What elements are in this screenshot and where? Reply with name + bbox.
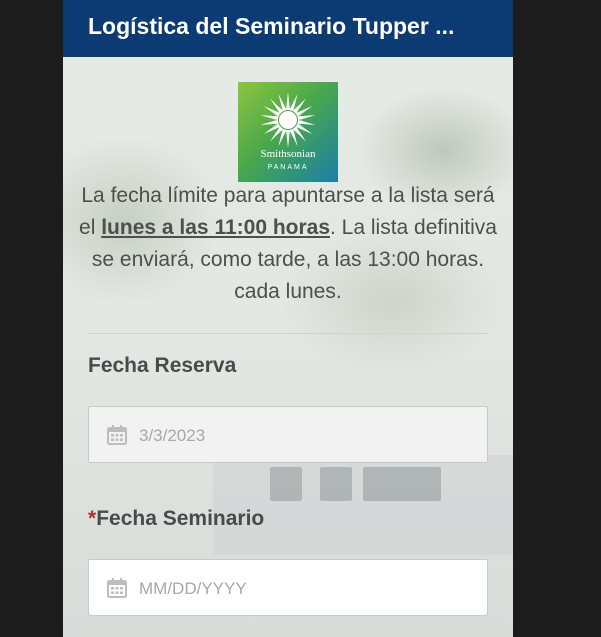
description-text: La fecha límite para apuntarse a la list… <box>78 180 498 308</box>
fecha-seminario-label-text: Fecha Seminario <box>96 507 265 530</box>
sun-icon <box>260 92 316 148</box>
form-title: Logística del Seminario Tupper ... <box>63 0 513 57</box>
calendar-icon <box>107 425 127 445</box>
logo-subname: PANAMA <box>267 164 309 171</box>
background-boat <box>213 455 513 555</box>
fecha-reserva-label: Fecha Reserva <box>88 354 237 377</box>
calendar-icon[interactable] <box>107 578 127 598</box>
description-deadline: lunes a las 11:00 horas <box>101 216 331 239</box>
fecha-seminario-input[interactable] <box>137 560 481 617</box>
section-divider <box>88 333 488 334</box>
required-asterisk: * <box>88 507 97 530</box>
smithsonian-logo: Smithsonian PANAMA <box>238 82 338 182</box>
fecha-seminario-label: *Fecha Seminario <box>88 507 264 531</box>
fecha-reserva-input <box>137 407 481 464</box>
fecha-reserva-field <box>88 406 488 464</box>
survey-form: Logística del Seminario Tupper ... Smith… <box>63 0 513 637</box>
fecha-seminario-field[interactable] <box>88 559 488 617</box>
logo-name: Smithsonian <box>260 148 316 160</box>
